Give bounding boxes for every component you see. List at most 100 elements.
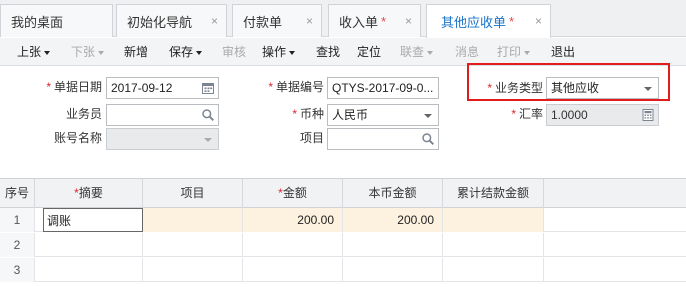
chevron-down-icon <box>196 50 203 55</box>
amount-cell[interactable]: 200.00 <box>243 208 343 232</box>
save-button[interactable]: 保存 <box>169 38 203 66</box>
audit-button[interactable]: 审核 <box>222 38 246 66</box>
account-select[interactable] <box>106 128 219 150</box>
table-row[interactable]: 1 调账 200.00 200.00 <box>0 208 686 232</box>
required-marker: * <box>46 80 51 94</box>
add-button[interactable]: 新增 <box>124 38 148 66</box>
grid-header: 序号 *摘要 项目 *金额 本币金额 累计结款金额 <box>0 178 686 208</box>
tab-label: 付款单 <box>243 14 283 30</box>
local-amount-cell[interactable] <box>343 233 443 257</box>
settled-cell[interactable] <box>443 208 544 232</box>
close-icon[interactable]: × <box>211 14 218 28</box>
exit-button[interactable]: 退出 <box>551 38 575 66</box>
chevron-down-icon[interactable] <box>424 114 432 118</box>
date-value: 2017-09-12 <box>111 81 173 95</box>
rate-field[interactable]: 1.0000 <box>546 104 659 126</box>
settled-cell[interactable] <box>443 258 544 282</box>
toolbar: 上张 下张 新增 保存 审核 操作 查找 定位 联查 消息 打印 退出 <box>0 38 686 66</box>
exit-label: 退出 <box>551 45 576 59</box>
close-icon[interactable]: × <box>405 14 412 28</box>
salesman-label-text: 业务员 <box>65 107 102 121</box>
chevron-down-icon <box>289 50 296 55</box>
print-button[interactable]: 打印 <box>497 38 531 66</box>
tab-init-guide[interactable]: 初始化导航 × <box>116 4 227 37</box>
currency-label-text: 币种 <box>299 107 324 121</box>
table-row[interactable]: 2 <box>0 233 686 257</box>
currency-select[interactable]: 人民币 <box>327 104 439 126</box>
column-header-amount[interactable]: *金额 <box>243 179 343 208</box>
find-button[interactable]: 查找 <box>316 38 340 66</box>
local-amount-cell[interactable]: 200.00 <box>343 208 443 232</box>
settled-cell[interactable] <box>443 233 544 257</box>
locate-button[interactable]: 定位 <box>357 38 381 66</box>
date-label: * 单据日期 <box>30 76 102 98</box>
search-icon[interactable] <box>421 132 435 146</box>
summary-cell-editor[interactable]: 调账 <box>43 208 143 232</box>
row-index: 2 <box>0 233 35 257</box>
column-label: 累计结款金额 <box>456 186 529 200</box>
message-button[interactable]: 消息 <box>455 38 479 66</box>
tab-payment-bill[interactable]: 付款单 × <box>232 4 322 37</box>
lookup-label: 联查 <box>400 45 425 59</box>
doc-no-value: QTYS-2017-09-0... <box>332 81 434 95</box>
column-label: 金额 <box>282 186 307 200</box>
chevron-down-icon <box>524 50 531 55</box>
tab-bar: 我的桌面 初始化导航 × 付款单 × 收入单 * × 其他应收单 * × <box>0 0 686 38</box>
operate-button[interactable]: 操作 <box>262 38 296 66</box>
next-label: 下张 <box>71 45 96 59</box>
column-label: 本币金额 <box>368 186 417 200</box>
column-header-settled[interactable]: 累计结款金额 <box>443 179 544 208</box>
tab-my-desktop[interactable]: 我的桌面 <box>0 4 113 37</box>
project-field[interactable] <box>327 128 439 150</box>
save-label: 保存 <box>169 45 194 59</box>
calculator-icon[interactable] <box>641 108 655 122</box>
column-label: 序号 <box>4 186 29 200</box>
amount-cell[interactable] <box>243 258 343 282</box>
project-cell[interactable] <box>143 258 243 282</box>
project-label: 项目 <box>256 127 324 149</box>
column-label: 项目 <box>180 186 205 200</box>
lookup-button[interactable]: 联查 <box>400 38 434 66</box>
required-marker: * <box>268 80 273 94</box>
tab-label: 收入单 <box>339 14 379 30</box>
date-label-text: 单据日期 <box>53 80 102 94</box>
project-label-text: 项目 <box>299 131 324 145</box>
rate-label-text: 汇率 <box>518 107 543 121</box>
chevron-down-icon[interactable] <box>204 138 212 142</box>
locate-label: 定位 <box>357 45 382 59</box>
close-icon[interactable]: × <box>306 14 313 28</box>
rate-value: 1.0000 <box>551 108 588 122</box>
amount-cell[interactable] <box>243 233 343 257</box>
close-icon[interactable]: × <box>535 14 542 28</box>
currency-label: * 币种 <box>256 103 324 125</box>
search-icon[interactable] <box>201 108 215 122</box>
local-amount-cell[interactable] <box>343 258 443 282</box>
rate-label: * 汇率 <box>470 103 543 125</box>
next-button[interactable]: 下张 <box>71 38 105 66</box>
row-index: 3 <box>0 258 35 282</box>
summary-cell[interactable] <box>35 258 143 282</box>
project-cell[interactable] <box>143 233 243 257</box>
summary-cell[interactable] <box>35 233 143 257</box>
column-header-local-amount[interactable]: 本币金额 <box>343 179 443 208</box>
doc-no-label-text: 单据编号 <box>275 80 324 94</box>
account-label: 账号名称 <box>30 127 102 149</box>
date-field[interactable]: 2017-09-12 <box>106 77 219 99</box>
doc-no-field[interactable]: QTYS-2017-09-0... <box>327 77 439 99</box>
tab-other-receivable[interactable]: 其他应收单 * × <box>426 4 551 38</box>
salesman-field[interactable] <box>106 104 219 126</box>
column-header-project[interactable]: 项目 <box>143 179 243 208</box>
table-row[interactable]: 3 <box>0 258 686 282</box>
calendar-icon[interactable] <box>201 81 215 95</box>
column-header-summary[interactable]: *摘要 <box>35 179 143 208</box>
audit-label: 审核 <box>222 45 247 59</box>
print-label: 打印 <box>497 45 522 59</box>
required-marker: * <box>511 107 516 121</box>
add-label: 新增 <box>124 45 149 59</box>
operate-label: 操作 <box>262 45 287 59</box>
project-cell[interactable] <box>143 208 243 232</box>
doc-no-label: * 单据编号 <box>256 76 324 98</box>
prev-label: 上张 <box>17 45 42 59</box>
prev-button[interactable]: 上张 <box>17 38 51 66</box>
tab-income-bill[interactable]: 收入单 * × <box>328 4 421 37</box>
